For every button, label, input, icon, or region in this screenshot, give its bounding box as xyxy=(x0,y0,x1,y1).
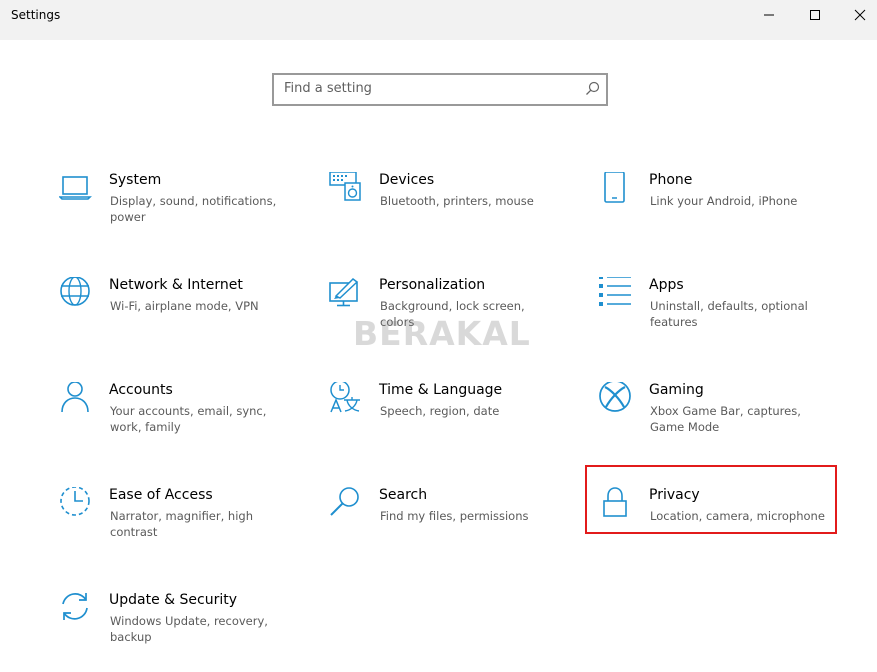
tile-description: Wi-Fi, airplane mode, VPN xyxy=(110,299,259,313)
tile-description: Find my files, permissions xyxy=(380,509,529,523)
maximize-icon xyxy=(810,10,820,20)
tile-description: Speech, region, date xyxy=(380,404,500,418)
tile-ease-of-access[interactable]: Ease of Access Narrator, magnifier, high… xyxy=(59,487,299,567)
tile-description: Windows Update, recovery, backup xyxy=(110,614,268,644)
tile-update-security[interactable]: Update & Security Windows Update, recove… xyxy=(59,592,299,672)
person-icon xyxy=(59,382,93,416)
privacy-highlight-box xyxy=(585,465,837,534)
tile-description: Your accounts, email, sync, work, family xyxy=(110,404,267,434)
search-placeholder: Find a setting xyxy=(284,81,372,96)
tile-label: System xyxy=(109,172,162,188)
tile-description: Display, sound, notifications, power xyxy=(110,194,277,224)
phone-icon xyxy=(599,172,633,206)
search-field-icon[interactable] xyxy=(585,81,600,96)
tile-description: Uninstall, defaults, optional features xyxy=(650,299,808,329)
window-title: Settings xyxy=(11,8,61,22)
minimize-icon xyxy=(764,14,774,16)
apps-list-icon xyxy=(599,277,633,311)
tile-devices[interactable]: Devices Bluetooth, printers, mouse xyxy=(329,172,569,252)
tile-description: Bluetooth, printers, mouse xyxy=(380,194,534,208)
tile-phone[interactable]: Phone Link your Android, iPhone xyxy=(599,172,839,252)
tile-apps[interactable]: Apps Uninstall, defaults, optional featu… xyxy=(599,277,839,357)
personalization-icon xyxy=(329,277,363,311)
tile-system[interactable]: System Display, sound, notifications, po… xyxy=(59,172,299,252)
tile-label: Apps xyxy=(649,277,684,293)
globe-icon xyxy=(59,277,93,311)
tile-label: Personalization xyxy=(379,277,486,293)
tile-label: Time & Language xyxy=(379,382,503,398)
minimize-button[interactable] xyxy=(746,0,792,30)
ease-of-access-icon xyxy=(59,487,93,521)
tile-gaming[interactable]: Gaming Xbox Game Bar, captures, Game Mod… xyxy=(599,382,839,462)
xbox-icon xyxy=(599,382,633,416)
tile-label: Accounts xyxy=(109,382,173,398)
tile-label: Update & Security xyxy=(109,592,238,608)
watermark: BERAKAL xyxy=(353,314,531,353)
search-icon xyxy=(329,487,363,521)
time-language-icon xyxy=(329,382,363,416)
devices-icon xyxy=(329,172,363,206)
tile-label: Phone xyxy=(649,172,693,188)
tile-label: Ease of Access xyxy=(109,487,213,503)
tile-description: Link your Android, iPhone xyxy=(650,194,798,208)
laptop-icon xyxy=(59,172,93,206)
search-input[interactable]: Find a setting xyxy=(272,73,608,106)
tile-description: Xbox Game Bar, captures, Game Mode xyxy=(650,404,801,434)
maximize-button[interactable] xyxy=(792,0,838,30)
update-icon xyxy=(59,592,93,626)
close-icon xyxy=(854,9,866,21)
tile-label: Devices xyxy=(379,172,435,188)
close-button[interactable] xyxy=(837,0,877,30)
tile-network-internet[interactable]: Network & Internet Wi-Fi, airplane mode,… xyxy=(59,277,299,357)
tile-description: Narrator, magnifier, high contrast xyxy=(110,509,253,539)
tile-label: Search xyxy=(379,487,428,503)
tile-time-language[interactable]: Time & Language Speech, region, date xyxy=(329,382,569,462)
tile-label: Network & Internet xyxy=(109,277,243,293)
title-bar: Settings xyxy=(0,0,877,40)
tile-search[interactable]: Search Find my files, permissions xyxy=(329,487,569,567)
tile-accounts[interactable]: Accounts Your accounts, email, sync, wor… xyxy=(59,382,299,462)
tile-label: Gaming xyxy=(649,382,704,398)
